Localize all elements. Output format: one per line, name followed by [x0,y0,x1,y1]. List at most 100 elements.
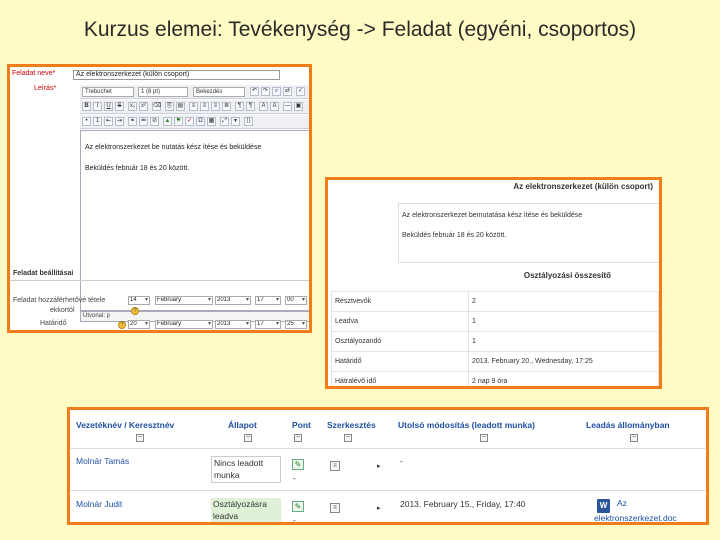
summary-key: Résztvevők [331,291,469,312]
help-icon[interactable]: ? [131,307,139,315]
summary-value: 1 [468,331,659,352]
column-header-grade[interactable]: Pont [292,420,311,430]
expand-arrow-icon[interactable]: ▸ [377,462,381,470]
expand-arrow-icon[interactable]: ▸ [377,504,381,512]
collapse-icon[interactable]: − [294,434,302,442]
summary-key: Határidő [331,351,469,372]
image-icon[interactable]: ▣ [294,102,303,111]
column-header-status[interactable]: Állapot [228,420,257,430]
nonbreaking-icon[interactable]: ✓ [185,117,194,126]
collapse-icon[interactable]: − [630,434,638,442]
paste-icon[interactable]: ▤ [176,102,185,111]
toggle-icon[interactable]: ▾ [231,117,240,126]
submitted-file-link[interactable]: Az [617,498,627,508]
summary-value: 2 nap 9 óra [468,371,659,386]
summary-value: 2013. February 20., Wednesday, 17:25 [468,351,659,372]
superscript-icon[interactable]: x² [139,102,148,111]
slide-title: Kurzus elemei: Tevékenység -> Feladat (e… [83,18,637,41]
align-right-icon[interactable]: ≡ [211,102,220,111]
html-source-icon[interactable]: ⟨⟩ [244,117,253,126]
fullscreen-icon[interactable]: ⤢ [220,117,229,126]
forecolor-icon[interactable]: A [259,102,268,111]
help-icon[interactable]: ? [118,321,126,329]
align-left-icon[interactable]: ≡ [189,102,198,111]
status-line1: Osztályozásra [213,499,267,509]
assignment-name-input[interactable]: Az elektronszerkezet (külön csoport) [73,70,280,80]
avail-day-select[interactable]: 14 [128,296,150,305]
due-minute-select[interactable]: 25 [285,320,307,329]
indent-icon[interactable]: ⇥ [115,117,124,126]
rtl-icon[interactable]: ¶ [246,102,255,111]
align-center-icon[interactable]: ≡ [200,102,209,111]
clean-format-icon[interactable]: ⌫ [152,102,161,111]
grade-value: - [293,515,296,525]
subscript-icon[interactable]: x₂ [128,102,137,111]
column-header-file[interactable]: Leadás állományban [586,420,670,430]
due-month-select[interactable]: February [155,320,213,329]
format-select[interactable]: Bekezdés [193,87,245,97]
due-hour-select[interactable]: 17 [255,320,281,329]
ltr-icon[interactable]: ¶ [235,102,244,111]
collapse-icon[interactable]: − [244,434,252,442]
column-header-edit[interactable]: Szerkesztés [327,420,376,430]
student-name-link[interactable]: Molnár Judit [76,499,122,509]
description-line2: Beküldés február 18 és 20 között. [402,232,507,239]
avail-month-select[interactable]: February [155,296,213,305]
status-line1: Nincs leadott [214,458,264,468]
collapse-icon[interactable]: − [136,434,144,442]
underline-icon[interactable]: U [104,102,113,111]
due-date-label: Határidő [40,320,67,327]
submission-status: Osztályozásra leadva [211,498,281,522]
edit-icon[interactable]: ≡ [330,461,340,471]
find-icon[interactable]: ⌕ [272,87,281,96]
table-row: Résztvevők 2 [331,291,659,312]
link-icon[interactable]: ⚭ [128,117,137,126]
collapse-icon[interactable]: − [344,434,352,442]
font-family-select[interactable]: Trebuchet [82,87,134,97]
undo-icon[interactable]: ↶ [250,87,259,96]
redo-icon[interactable]: ↷ [261,87,270,96]
settings-heading[interactable]: Feladat beállításai [13,270,73,277]
align-justify-icon[interactable]: ≣ [222,102,231,111]
assignment-summary-panel: Az elektronszerkezet (külön csoport) Az … [325,177,662,389]
hr-icon[interactable]: ― [283,102,292,111]
column-header-name[interactable]: Vezetéknév / Keresztnév [76,420,174,430]
backcolor-icon[interactable]: A [270,102,279,111]
edit-icon[interactable]: ≡ [330,503,340,513]
table-icon[interactable]: ▦ [207,117,216,126]
avail-minute-select[interactable]: 00 [285,296,307,305]
italic-icon[interactable]: I [93,102,102,111]
replace-icon[interactable]: ⇄ [283,87,292,96]
flag-icon[interactable]: ⚑ [174,117,183,126]
avail-hour-select[interactable]: 17 [255,296,281,305]
special-char-icon[interactable]: Ω [196,117,205,126]
submitted-file-link[interactable]: elektronszerkezet.doc [594,513,677,522]
submission-status: Nincs leadott munka [211,456,281,483]
nolink-icon[interactable]: ⊘ [150,117,159,126]
collapse-icon[interactable]: − [480,434,488,442]
table-row: Osztályozandó 1 [331,331,659,352]
status-line2: munka [214,470,240,480]
grade-icon[interactable]: ✎ [292,501,304,512]
student-name-link[interactable]: Molnár Tamás [76,456,129,466]
word-document-icon[interactable]: W [597,499,610,513]
due-day-select[interactable]: 20 [128,320,150,329]
bullet-list-icon[interactable]: • [82,117,91,126]
column-header-modified[interactable]: Utolsó módosítás (leadott munka) [398,420,535,430]
strikethrough-icon[interactable]: S [115,102,124,111]
description-editor[interactable]: Az elektronszerkezet be nutatás kész íté… [80,130,309,311]
spellcheck-icon[interactable]: ✓ [296,87,305,96]
avail-year-select[interactable]: 2013 [215,296,251,305]
font-size-select[interactable]: 1 (8 pt) [138,87,188,97]
unlink-icon[interactable]: ⚮ [139,117,148,126]
copy-icon[interactable]: ⎘ [165,102,174,111]
numbered-list-icon[interactable]: 1 [93,117,102,126]
grade-icon[interactable]: ✎ [292,459,304,470]
outdent-icon[interactable]: ⇤ [104,117,113,126]
moodle-media-icon[interactable]: ▲ [163,117,172,126]
due-year-select[interactable]: 2013 [215,320,251,329]
table-row: Határidő 2013. February 20., Wednesday, 1… [331,351,659,372]
editor-toolbar-row3: • 1 ⇤ ⇥ ⚭ ⚮ ⊘ ▲ ⚑ ✓ Ω ▦ ⤢ ▾ ⟨⟩ [80,115,309,129]
bold-icon[interactable]: B [82,102,91,111]
assignment-title: Az elektronszerkezet (külön csoport) [513,182,653,191]
